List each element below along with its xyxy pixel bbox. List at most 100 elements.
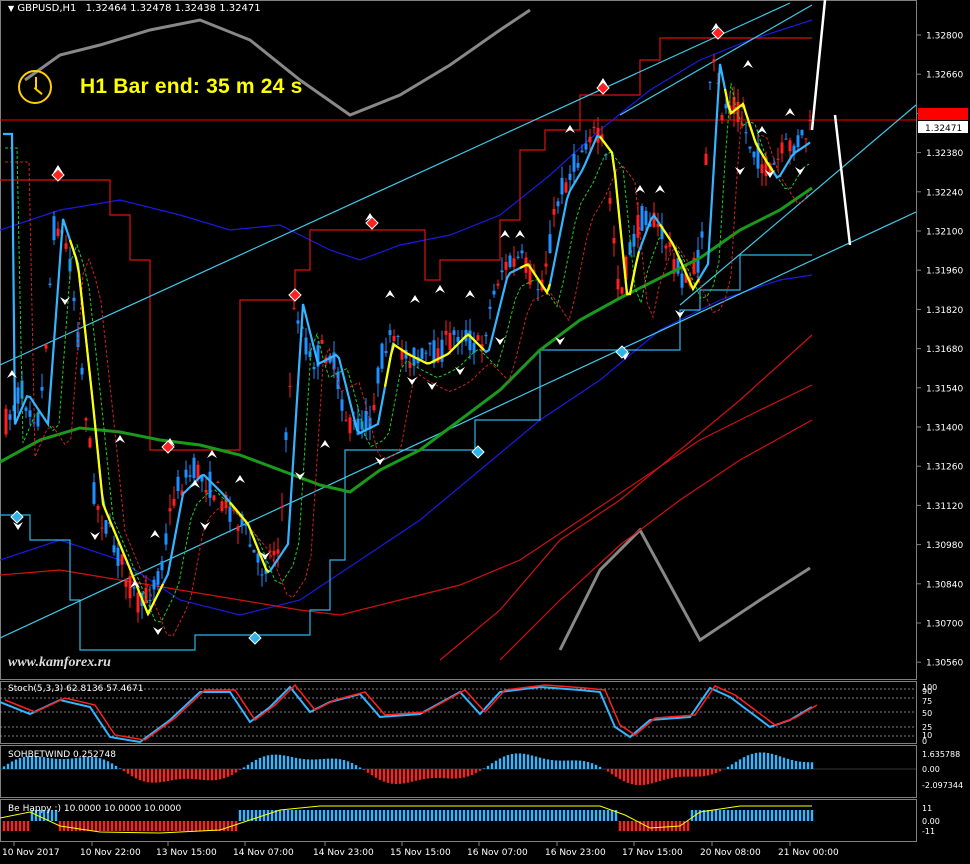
- happy-bar: [94, 821, 98, 831]
- sohbet-bar: [498, 758, 502, 769]
- signal-arrow-icon: [635, 185, 645, 193]
- sohbet-bar: [238, 769, 242, 771]
- happy-bar: [502, 810, 506, 821]
- candle-body: [808, 120, 812, 122]
- candle-body: [408, 362, 412, 368]
- happy-bar: [374, 810, 378, 821]
- sohbet-bar: [550, 760, 554, 769]
- happy-bar: [138, 821, 142, 831]
- sohbet-bar: [786, 758, 790, 769]
- time-label: 20 Nov 08:00: [700, 848, 761, 858]
- candles: [4, 54, 812, 623]
- happy-bar: [446, 810, 450, 821]
- candle-body: [304, 337, 308, 355]
- happy-bar: [2, 821, 6, 831]
- candle-body: [588, 136, 592, 143]
- happy-bar: [314, 810, 318, 821]
- candle-body: [396, 335, 400, 337]
- candle-body: [536, 289, 540, 291]
- happy-bar: [610, 810, 614, 821]
- candle-body: [392, 335, 396, 342]
- happy-bar: [806, 810, 810, 821]
- price-tick-label: 1.31400: [926, 424, 963, 434]
- happy-bar: [198, 821, 202, 831]
- sohbet-bar: [446, 769, 450, 779]
- happy-bar: [226, 821, 230, 831]
- happy-bar: [574, 810, 578, 821]
- sohbet-bar: [406, 769, 410, 783]
- happy-tick-label: -11: [922, 827, 935, 836]
- time-label: 17 Nov 15:00: [622, 848, 683, 858]
- happy-bar: [434, 810, 438, 821]
- sohbet-bar: [426, 769, 430, 779]
- sohbet-bar: [626, 769, 630, 783]
- candle-body: [204, 490, 208, 493]
- sohbet-bar: [222, 769, 226, 779]
- sohbet-bar: [614, 769, 618, 777]
- collapse-triangle-icon[interactable]: ▼: [8, 4, 14, 13]
- candle-body: [104, 520, 108, 534]
- sohbet-bar: [366, 769, 370, 773]
- signal-arrow-icon: [320, 440, 330, 448]
- candle-body: [228, 505, 232, 522]
- sohbet-bar: [698, 769, 702, 777]
- happy-bar: [750, 810, 754, 821]
- happy-bar: [790, 810, 794, 821]
- candle-body: [512, 258, 516, 267]
- signal-arrow-icon: [795, 167, 805, 175]
- candle-body: [56, 228, 60, 236]
- bar-timer-text: H1 Bar end: 35 m 24 s: [80, 75, 303, 98]
- sohbet-bar: [494, 760, 498, 769]
- sohbet-bar: [370, 769, 374, 776]
- happy-bar: [778, 810, 782, 821]
- sohbet-bar: [606, 769, 610, 772]
- chart-canvas[interactable]: 1.328001.326601.325201.323801.322401.321…: [0, 0, 970, 864]
- candle-body: [748, 146, 752, 149]
- happy-bar: [18, 821, 22, 831]
- candle-body: [784, 138, 788, 140]
- happy-bar: [234, 821, 238, 831]
- sohbet-bar: [442, 769, 446, 779]
- sohbet-bar: [350, 763, 354, 769]
- sohbet-bar: [618, 769, 622, 780]
- sohbet-bar: [54, 758, 58, 769]
- candle-body: [424, 352, 428, 354]
- happy-bar: [622, 821, 626, 831]
- happy-bar: [474, 810, 478, 821]
- time-label: 10 Nov 22:00: [80, 848, 141, 858]
- candle-body: [504, 261, 508, 270]
- sohbet-bar: [154, 769, 158, 783]
- sohbet-bar: [206, 769, 210, 781]
- time-label: 16 Nov 23:00: [545, 848, 606, 858]
- happy-tick-label: 0.00: [922, 817, 940, 826]
- candle-body: [172, 499, 176, 506]
- candle-body: [276, 549, 280, 554]
- signal-arrow-icon: [785, 108, 795, 116]
- candle-body: [696, 249, 700, 273]
- signal-arrow-icon: [655, 185, 665, 193]
- happy-bar: [142, 821, 146, 831]
- sohbet-bar: [650, 769, 654, 784]
- sohbet-bar: [226, 769, 230, 777]
- happy-bar: [726, 810, 730, 821]
- candle-body: [444, 330, 448, 335]
- sohbet-bar: [734, 761, 738, 769]
- candle-body: [608, 198, 612, 204]
- sohbet-bar: [674, 769, 678, 778]
- chart-header: ▼ GBPUSD,H1 1.32464 1.32478 1.32438 1.32…: [8, 3, 261, 14]
- signal-arrow-icon: [495, 337, 505, 345]
- sohbet-bar: [106, 761, 110, 769]
- sohbet-bar: [182, 769, 186, 779]
- price-tick-label: 1.32240: [926, 188, 963, 198]
- happy-bar: [518, 810, 522, 821]
- sohbet-bar: [578, 760, 582, 769]
- sohbet-bar: [390, 769, 394, 784]
- sohbet-bar: [278, 754, 282, 769]
- sohbet-bar: [430, 769, 434, 779]
- happy-bar: [346, 810, 350, 821]
- sohbet-bar: [282, 755, 286, 769]
- happy-bar: [662, 821, 666, 831]
- candle-body: [72, 297, 76, 302]
- sohbet-bar: [250, 762, 254, 769]
- stoch-tick-label: 90: [922, 687, 932, 696]
